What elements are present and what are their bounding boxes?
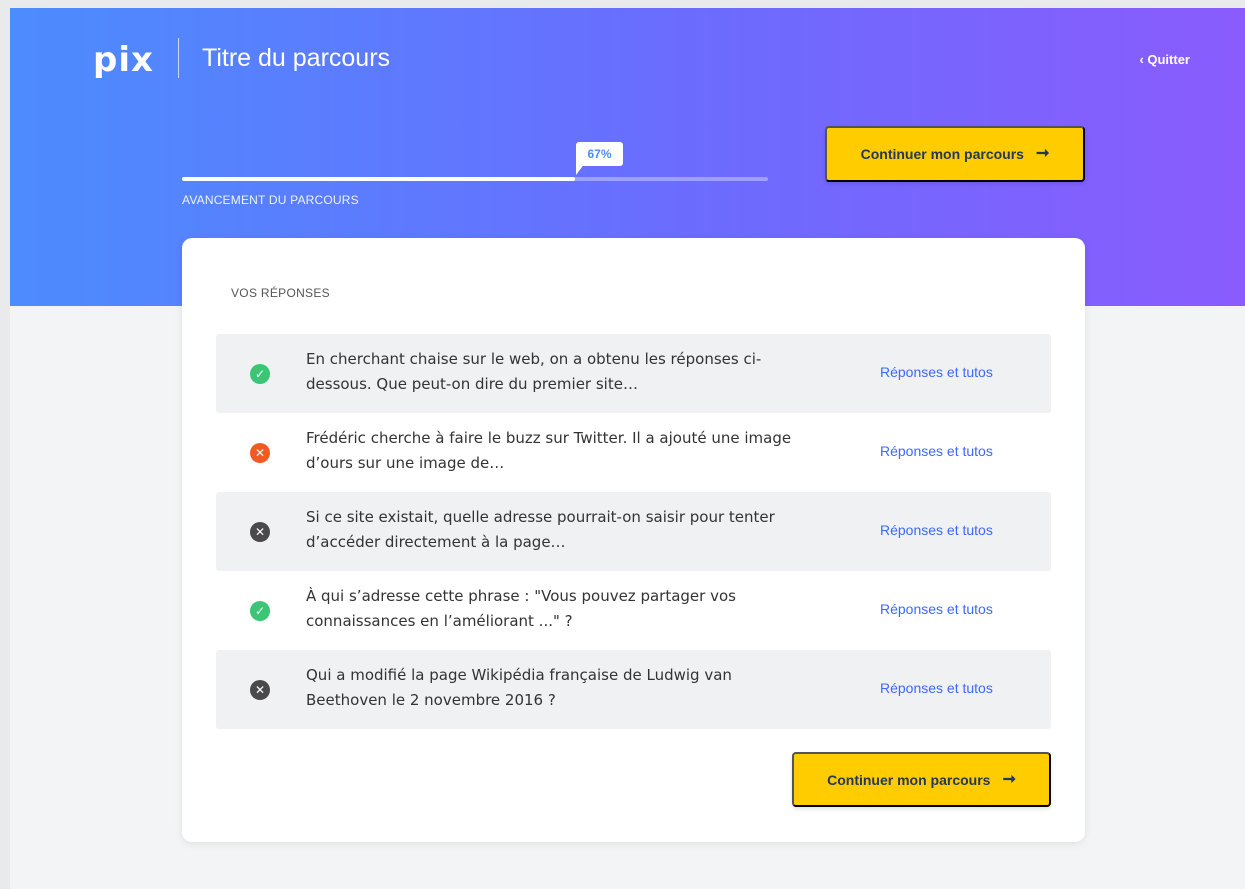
answers-tutos-link[interactable]: Réponses et tutos [880,680,993,696]
cross-circle-icon: ✕ [250,522,270,542]
answers-tutos-link[interactable]: Réponses et tutos [880,364,993,380]
continue-course-button-bottom[interactable]: Continuer mon parcours ➞ [792,752,1051,807]
cross-circle-icon: ✕ [250,680,270,700]
check-circle-icon: ✓ [250,364,270,384]
question-text: En cherchant chaise sur le web, on a obt… [306,350,762,393]
window-left-edge [0,0,10,889]
continue-button-label: Continuer mon parcours [827,771,991,788]
arrow-right-icon: ➞ [1035,145,1050,162]
answer-row: ✕ Qui a modifié la page Wikipédia frança… [216,650,1051,729]
answers-tutos-link[interactable]: Réponses et tutos [880,443,993,459]
question-text: Qui a modifié la page Wikipédia français… [306,666,732,709]
cross-circle-icon: ✕ [250,443,270,463]
answers-tutos-link[interactable]: Réponses et tutos [880,601,993,617]
continue-button-label: Continuer mon parcours [860,146,1024,162]
answers-tutos-link[interactable]: Réponses et tutos [880,522,993,538]
answers-list: ✓ En cherchant chaise sur le web, on a o… [216,334,1051,729]
answer-row: ✕ Si ce site existait, quelle adresse po… [216,492,1051,571]
question-text: Si ce site existait, quelle adresse pour… [306,508,775,551]
logo-divider [178,38,179,78]
course-title: Titre du parcours [202,44,391,72]
question-text: Frédéric cherche à faire le buzz sur Twi… [306,429,792,472]
continue-course-button-top[interactable]: Continuer mon parcours ➞ [825,126,1085,182]
answer-row: ✓ À qui s’adresse cette phrase : "Vous p… [216,571,1051,650]
window-top-edge [0,0,1245,8]
quit-link[interactable]: ‹ Quitter [1139,52,1190,67]
answer-row: ✕ Frédéric cherche à faire le buzz sur T… [216,413,1051,492]
progress-badge-tail [576,163,585,175]
progress-bar-fill [182,177,575,181]
pix-logo[interactable]: pix [93,40,154,80]
check-circle-icon: ✓ [250,601,270,621]
progress-label: AVANCEMENT DU PARCOURS [182,193,359,207]
progress-bar [182,177,768,181]
answers-section-title: VOS RÉPONSES [231,286,330,300]
arrow-right-icon: ➞ [1002,770,1016,788]
answer-row: ✓ En cherchant chaise sur le web, on a o… [216,334,1051,413]
question-text: À qui s’adresse cette phrase : "Vous pou… [306,587,736,630]
